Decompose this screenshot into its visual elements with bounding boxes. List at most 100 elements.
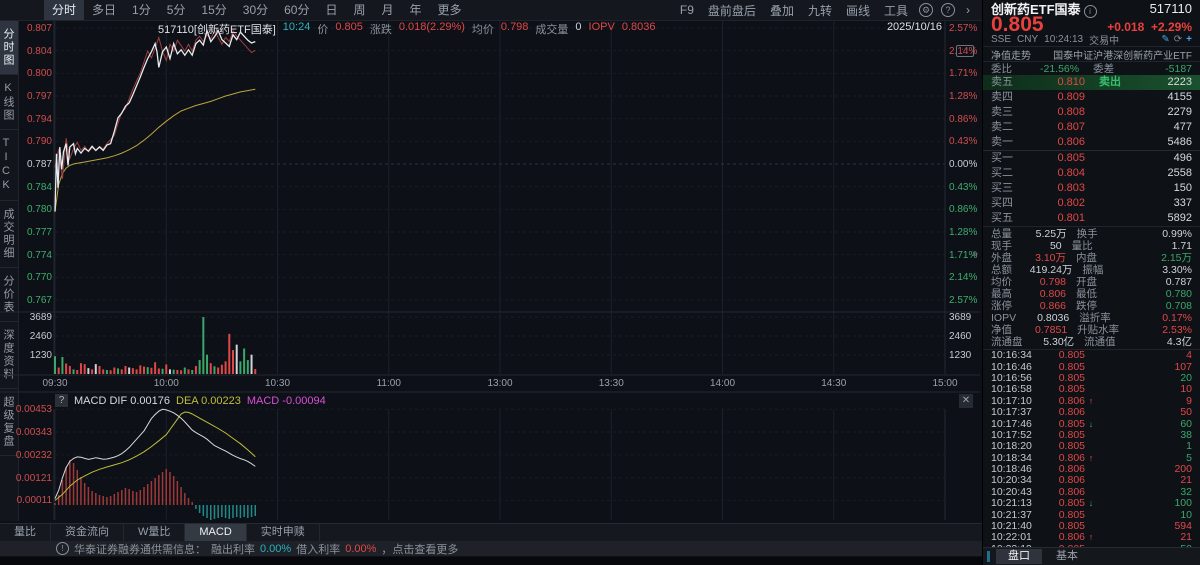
order-row-买四[interactable]: 买四 0.802 337 [983,196,1200,211]
order-volume: 477 [1173,121,1192,133]
order-row-卖一[interactable]: 卖一 0.806 5486 [983,135,1200,150]
stat-label: 跌停 [1076,300,1097,312]
order-volume: 4155 [1167,91,1192,103]
stat-label: 总额 [991,264,1012,276]
price-axis-label: 0.784 [26,181,52,193]
quote-header: 创新药ETF国泰 i 517110 0.805 +0.018 +2.29% [983,0,1200,35]
order-row-卖三[interactable]: 卖三 0.808 2279 [983,105,1200,120]
time-axis-label: 13:00 [487,378,513,389]
nav-trend-link[interactable]: 净值走势 [991,47,1031,62]
avg-label: 均价 [471,24,494,36]
price-axis-label: 0.770 [26,272,52,284]
fund-full-name: 国泰中证沪港深创新药产业ETF [1053,50,1192,62]
volume-axis-label: 1230 [29,350,52,361]
order-row-卖五[interactable]: 卖五 0.810 卖出 2223 [983,75,1200,90]
stat-value: 5.25万 [1035,228,1067,240]
stat-value: 0.17% [1162,312,1192,324]
macd-dea-label: DEA [176,394,199,407]
keyboard-icon[interactable]: ··· [956,45,974,57]
volume-axis-label: 3689 [29,312,52,323]
order-price: 0.807 [1057,121,1085,133]
stat-value: 4.3亿 [1166,336,1192,348]
add-icon[interactable]: + [1186,34,1192,45]
tick-row: 10:16:58 0.805 10 [983,384,1200,395]
macd-axis-label: 0.00343 [15,426,52,438]
tick-price: 0.806 [1058,474,1085,487]
stat-label: 涨停 [991,300,1012,312]
tick-volume: 10 [1180,508,1192,521]
macd-axis-label: 0.00121 [15,472,52,484]
tick-volume: 10 [1180,383,1192,396]
tick-volume: 1 [1186,440,1192,453]
volume-axis-label: 2460 [949,331,972,342]
order-price: 0.805 [1057,152,1085,164]
macd-help-icon[interactable]: ? [55,394,68,407]
tick-volume: 200 [1174,463,1192,476]
stat-value: 3.10万 [1035,252,1066,264]
order-row-买二[interactable]: 买二 0.804 2558 [983,166,1200,181]
pct-axis-label: 1.71% [949,68,978,80]
volume-axis-label: 2460 [29,331,52,342]
close-icon[interactable]: ✕ [959,394,973,408]
time-axis-label: 11:00 [376,378,401,389]
order-price: 0.810 [1057,76,1085,88]
price-axis-label: 0.804 [26,45,52,57]
order-row-买一[interactable]: 买一 0.805 496 [983,150,1200,166]
stat-value: 0.7851 [1035,324,1068,336]
chart-info-line: 517110[创新药ETF国泰] 10:24 价 0.805 涨跌 0.018(… [158,21,656,37]
order-price: 0.802 [1057,197,1085,209]
tick-volume: 38 [1180,428,1192,441]
stat-value: 1.71 [1171,240,1192,252]
tick-volume: 9 [1186,394,1192,407]
stat-value: 0.8036 [1037,312,1070,324]
panel-tab-盘口[interactable]: 盘口 [996,549,1042,564]
macd-dif-value: 0.00176 [130,394,170,407]
order-label: 卖一 [991,136,1013,148]
order-volume: 5486 [1167,136,1192,148]
order-row-买五[interactable]: 买五 0.801 5892 [983,211,1200,226]
tick-time: 10:22:01 [991,531,1032,544]
pct-axis-label: 1.28% [949,91,978,102]
collapse-chevron-icon[interactable]: » [972,248,978,260]
tick-arrow-up-icon: ↑ [1088,452,1094,463]
stat-value: 419.24万 [1029,264,1073,276]
weicha-value: -5187 [1165,62,1192,75]
stat-label: 净值 [991,324,1012,336]
fund-row: 净值走势 国泰中证沪港深创新药产业ETF [983,46,1200,62]
info-icon[interactable]: i [1083,5,1097,18]
order-volume: 150 [1173,182,1192,194]
order-label: 买五 [991,212,1013,224]
order-price: 0.806 [1057,136,1085,148]
intraday-chart-canvas[interactable] [0,0,982,565]
tick-row: 10:21:13 0.805 ↓ 100 [983,498,1200,509]
time-axis-label: 14:30 [821,378,847,389]
tick-arrow-down-icon: ↓ [1088,498,1094,509]
order-volume: 337 [1173,197,1192,209]
tick-price: 0.806 [1058,406,1085,419]
pct-axis-label: 0.00% [949,159,978,170]
tick-time: 10:21:40 [991,520,1032,533]
stat-label: 最低 [1076,288,1097,300]
order-row-卖四[interactable]: 卖四 0.809 4155 [983,90,1200,105]
chart-region: 分时 多日 1分 5分 15分 30分 60分日周月年更多 F9 盘前盘后 叠加 九转 画线 工具 ⚙?… [0,0,982,565]
order-price: 0.808 [1057,106,1085,118]
stat-label: 外盘 [991,252,1012,264]
tick-arrow-up-icon: ↑ [1088,532,1094,543]
tick-row: 10:22:01 0.806 ↑ 21 [983,532,1200,543]
stat-row-总额: 总额 419.24万 振幅 3.30% [983,264,1200,276]
volume-axis-label: 1230 [949,350,972,361]
chart-code-name: 517110[创新药ETF国泰] [158,24,276,36]
refresh-icon[interactable]: ⟳ [1174,34,1182,45]
tick-volume: 21 [1180,474,1192,487]
stat-label: 开盘 [1076,276,1097,288]
order-row-买三[interactable]: 买三 0.803 150 [983,181,1200,196]
panel-tab-基本[interactable]: 基本 [1044,549,1090,564]
stat-label: 振幅 [1082,264,1104,276]
tab-accent-bar [987,551,990,562]
order-volume: 5892 [1167,212,1192,224]
order-row-卖二[interactable]: 卖二 0.807 477 [983,120,1200,135]
time-sales-list[interactable]: 10:16:34 0.805 4 10:16:46 0.805 107 10:16:56 0.… [983,350,1200,547]
tick-time: 10:20:34 [991,474,1032,487]
chart-date: 2025/10/16 [886,21,942,33]
edit-icon[interactable]: ✎ [1161,34,1169,45]
